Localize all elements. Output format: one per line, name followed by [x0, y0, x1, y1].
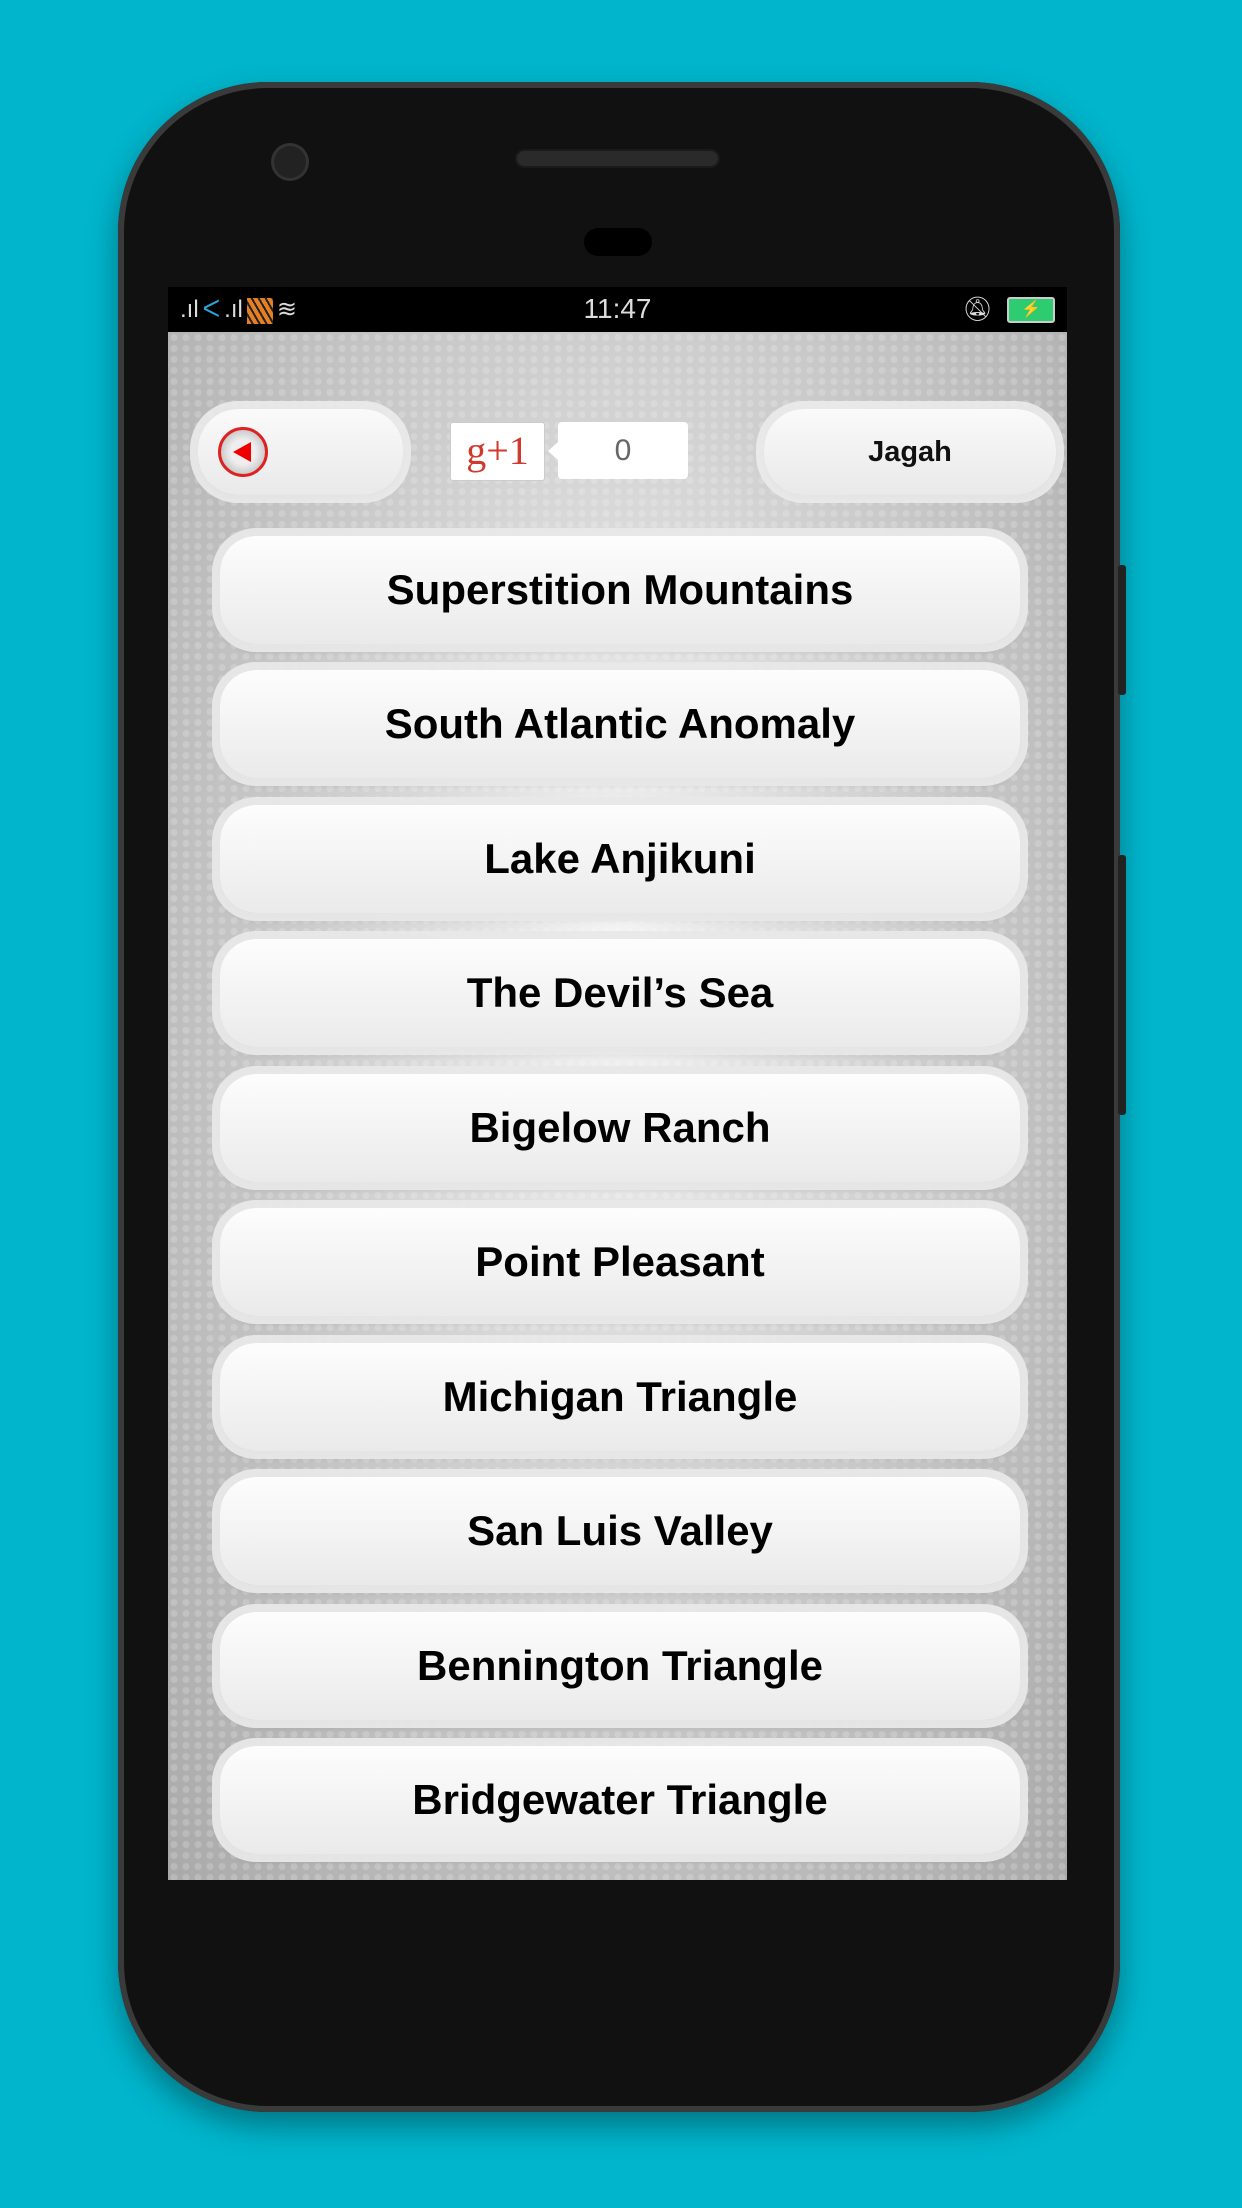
app-content: g+1 0 Jagah Superstition Mountains South… [168, 332, 1067, 1880]
list-item[interactable]: Bridgewater Triangle [220, 1746, 1020, 1854]
battery-charging-icon: ⚡ [1007, 296, 1055, 323]
back-arrow-icon [218, 427, 268, 477]
status-time: 11:47 [583, 293, 652, 324]
speaker-grille [517, 151, 718, 166]
list-item[interactable]: The Devil’s Sea [220, 939, 1020, 1047]
earpiece [584, 228, 652, 256]
status-right: 🔕︎ ⚡ [963, 295, 1055, 324]
list-item[interactable]: Bennington Triangle [220, 1612, 1020, 1720]
list-item[interactable]: Michigan Triangle [220, 1343, 1020, 1451]
google-plus-one-button[interactable]: g+1 [450, 422, 545, 481]
list-item[interactable]: San Luis Valley [220, 1477, 1020, 1585]
volume-button [1118, 565, 1126, 695]
back-button[interactable] [198, 409, 403, 495]
plus-one-count: 0 [548, 422, 688, 479]
power-button [1118, 855, 1126, 1115]
jagah-button[interactable]: Jagah [764, 409, 1056, 495]
front-camera [274, 146, 306, 178]
list-item[interactable]: South Atlantic Anomaly [220, 670, 1020, 778]
bell-off-icon: 🔕︎ [962, 296, 993, 323]
screen: .ıl ᐸ .ıl ≋ 11:47 🔕︎ ⚡ g+1 0 Jagah Super… [168, 287, 1067, 1880]
list-item[interactable]: Lake Anjikuni [220, 805, 1020, 913]
status-bar: .ıl ᐸ .ıl ≋ 11:47 🔕︎ ⚡ [168, 287, 1067, 332]
list-item[interactable]: Superstition Mountains [220, 536, 1020, 644]
list-item[interactable]: Point Pleasant [220, 1208, 1020, 1316]
list-item[interactable]: Bigelow Ranch [220, 1074, 1020, 1182]
